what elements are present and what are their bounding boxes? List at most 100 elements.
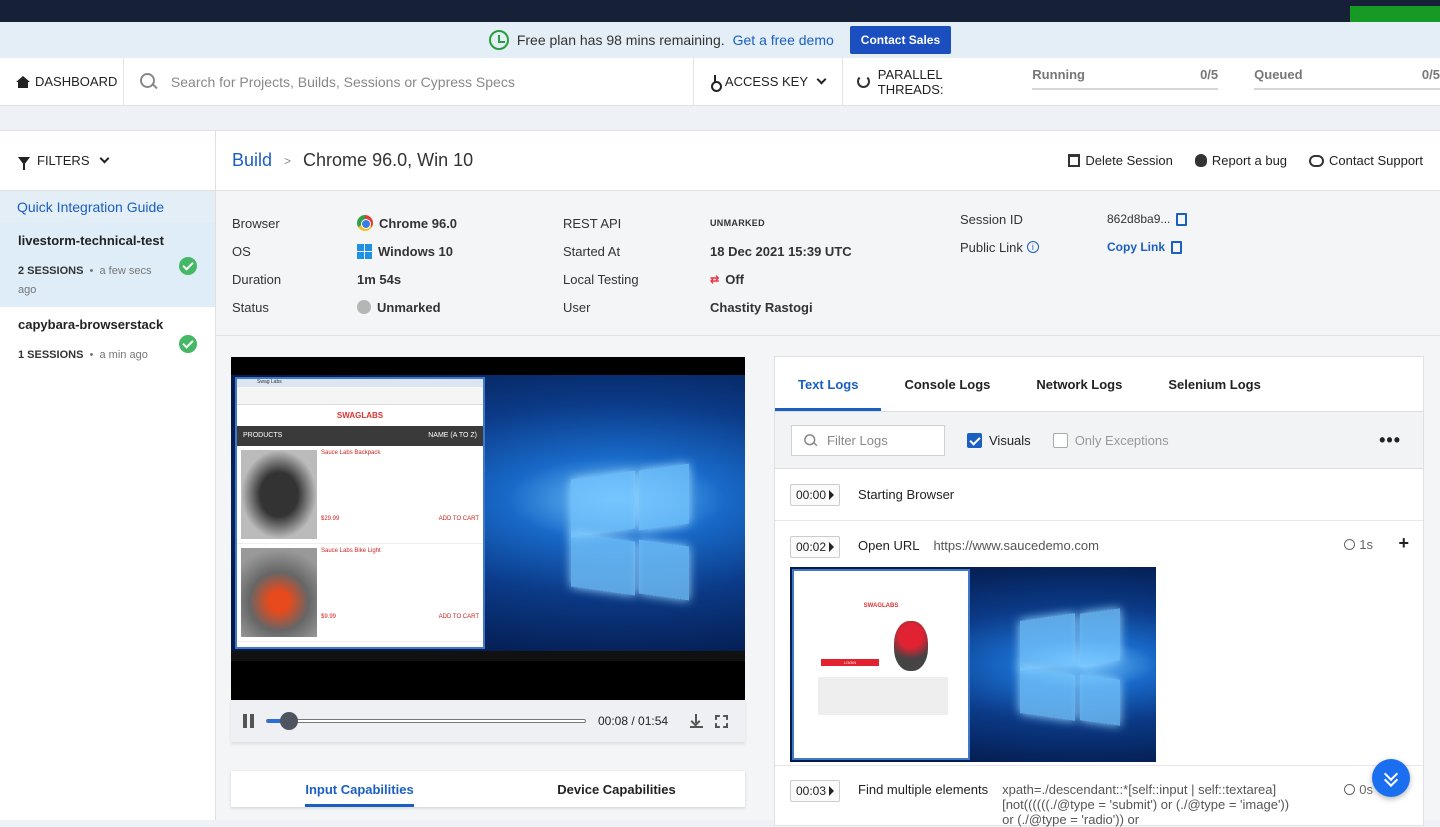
download-icon[interactable]: [690, 714, 704, 728]
promo-banner: Free plan has 98 mins remaining. Get a f…: [0, 22, 1440, 58]
dashboard-label: DASHBOARD: [35, 74, 118, 89]
windows-icon: [357, 243, 372, 259]
main-panel: Build > Chrome 96.0, Win 10 Delete Sessi…: [216, 130, 1440, 827]
log-timestamp[interactable]: 00:03: [790, 780, 841, 802]
status-text: Unmarked: [377, 299, 441, 315]
visuals-label: Visuals: [989, 432, 1031, 448]
session-count: 2 SESSIONS: [18, 265, 84, 277]
contact-support-button[interactable]: Contact Support: [1309, 153, 1423, 168]
bug-icon: [1194, 154, 1207, 167]
copy-icon[interactable]: [1176, 212, 1188, 226]
info-icon[interactable]: i: [1026, 241, 1039, 253]
delete-label: Delete Session: [1085, 153, 1173, 168]
log-entry[interactable]: 00:02 Open URL https://www.saucedemo.com…: [775, 521, 1423, 766]
log-filter-bar: Filter Logs Visuals Only Exceptions •••: [775, 412, 1423, 469]
filter-placeholder: Filter Logs: [827, 432, 888, 448]
log-entry[interactable]: 00:03 Find multiple elements xpath=./des…: [775, 766, 1423, 827]
report-bug-button[interactable]: Report a bug: [1194, 153, 1287, 168]
filters-button[interactable]: FILTERS: [0, 131, 215, 191]
info-labels-3: Session ID Public Link i: [960, 205, 1039, 261]
dashboard-link[interactable]: DASHBOARD: [0, 57, 124, 106]
local-testing-icon: ⇄: [710, 273, 720, 286]
session-name: capybara-browserstack: [18, 317, 164, 332]
clock-icon: [1344, 784, 1356, 795]
tab-console-logs[interactable]: Console Logs: [881, 357, 1013, 411]
more-options-icon[interactable]: •••: [1379, 430, 1401, 451]
sidebar: FILTERS Quick Integration Guide livestor…: [0, 130, 216, 820]
visuals-checkbox[interactable]: Visuals: [967, 432, 1031, 448]
products-label: PRODUCTS: [243, 432, 283, 439]
os-text: Windows 10: [378, 243, 454, 259]
session-meta: 2 SESSIONS • a few secs ago: [18, 265, 152, 296]
log-argument-line1: xpath=./descendant::*[self::input | self…: [1002, 782, 1277, 797]
search-bar[interactable]: Search for Projects, Builds, Sessions or…: [124, 57, 694, 106]
os-value: Windows 10: [357, 237, 457, 265]
breadcrumb-build[interactable]: Build: [232, 150, 272, 171]
tab-text-logs[interactable]: Text Logs: [775, 357, 882, 411]
free-demo-link[interactable]: Get a free demo: [733, 32, 834, 48]
contact-sales-button[interactable]: Contact Sales: [849, 26, 952, 54]
video-progress-handle[interactable]: [280, 712, 299, 730]
breadcrumb-separator-icon: >: [284, 153, 292, 168]
log-timestamp[interactable]: 00:00: [790, 483, 841, 506]
copy-icon[interactable]: [1171, 240, 1183, 254]
info-values-3: 862d8ba9... Copy Link: [1107, 205, 1188, 261]
session-info: Browser OS Duration Status Chrome 96.0 W…: [216, 191, 1440, 336]
tab-selenium-logs[interactable]: Selenium Logs: [1145, 357, 1283, 411]
quick-integration-guide-link[interactable]: Quick Integration Guide: [0, 191, 215, 223]
session-count: 1 SESSIONS: [18, 349, 84, 361]
parallel-threads: PARALLEL THREADS: Running 0/5 Queued 0/5: [843, 67, 1440, 97]
bike-light-image: [241, 548, 317, 637]
backpack-image: [241, 450, 317, 539]
log-command: Starting Browser: [858, 487, 955, 502]
scroll-down-button[interactable]: [1372, 759, 1410, 797]
chevron-down-icon: [816, 74, 827, 85]
access-key-dropdown[interactable]: ACCESS KEY: [694, 57, 843, 106]
browser-text: Chrome 96.0: [379, 215, 458, 231]
product-price: $29.99: [321, 516, 340, 522]
tab-input-capabilities[interactable]: Input Capabilities: [231, 771, 488, 807]
filters-label: FILTERS: [37, 153, 90, 168]
rest-api-label: REST API: [563, 215, 622, 231]
session-video[interactable]: Swag Labs SWAGLABS PRODUCTS NAME (A TO Z)…: [231, 357, 745, 700]
log-argument: xpath=./descendant::*[self::input | self…: [1002, 782, 1302, 827]
session-time: a min ago: [99, 349, 148, 361]
info-values-1: Chrome 96.0 Windows 10 1m 54s Unmarked: [357, 209, 457, 321]
search-icon: [139, 73, 157, 90]
pause-icon[interactable]: [243, 714, 254, 728]
product-name: Sauce Labs Backpack: [321, 450, 381, 456]
filter-logs-input[interactable]: Filter Logs: [791, 424, 945, 456]
robot-mascot: [894, 621, 928, 671]
user-label: User: [563, 299, 591, 315]
clock-icon: [488, 30, 509, 50]
only-exceptions-checkbox[interactable]: Only Exceptions: [1052, 432, 1169, 448]
duration-text: 1s: [1359, 537, 1373, 552]
passed-check-icon: [179, 335, 197, 353]
product-text: Sauce Labs Backpack $29.99 ADD TO CART: [321, 450, 479, 539]
delete-session-button[interactable]: Delete Session: [1068, 153, 1173, 168]
public-link-label-text: Public Link: [960, 239, 1023, 255]
page-title: Chrome 96.0, Win 10: [303, 150, 474, 170]
info-labels-1: Browser OS Duration Status: [232, 209, 281, 321]
copy-link-button[interactable]: Copy Link: [1107, 240, 1165, 254]
tab-device-label: Device Capabilities: [557, 781, 676, 797]
search-input[interactable]: Search for Projects, Builds, Sessions or…: [171, 74, 515, 90]
checkbox-icon: [1052, 432, 1068, 448]
promo-text: Free plan has 98 mins remaining.: [516, 32, 725, 48]
fullscreen-icon[interactable]: [715, 714, 729, 728]
session-item[interactable]: livestorm-technical-test 2 SESSIONS • a …: [0, 223, 215, 307]
filter-icon: [18, 156, 30, 170]
session-item[interactable]: capybara-browserstack 1 SESSIONS • a min…: [0, 307, 215, 375]
log-screenshot[interactable]: SWAGLABS LOGIN: [790, 567, 1156, 762]
log-entry[interactable]: 00:00 Starting Browser: [775, 469, 1423, 521]
log-timestamp[interactable]: 00:02: [790, 536, 841, 558]
duration-value: 1m 54s: [357, 271, 402, 287]
video-progress-slider[interactable]: [266, 712, 586, 730]
running-label: Running: [1032, 67, 1086, 82]
tab-network-logs[interactable]: Network Logs: [1013, 357, 1145, 411]
tab-device-capabilities[interactable]: Device Capabilities: [488, 771, 745, 807]
clock-icon: [1344, 539, 1356, 550]
search-icon: [804, 433, 817, 447]
expand-icon[interactable]: +: [1398, 533, 1409, 554]
desktop-screenshot: Swag Labs SWAGLABS PRODUCTS NAME (A TO Z)…: [231, 375, 745, 651]
